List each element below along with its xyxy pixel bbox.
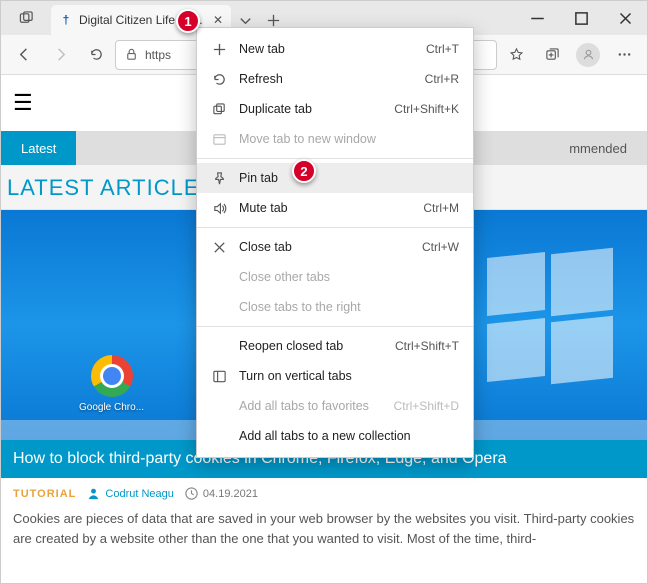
blank-icon [211, 398, 227, 414]
menu-shortcut: Ctrl+R [425, 72, 459, 86]
menu-label: Mute tab [239, 201, 411, 215]
menu-label: Duplicate tab [239, 102, 382, 116]
menu-shortcut: Ctrl+Shift+D [394, 399, 459, 413]
blank-icon [211, 269, 227, 285]
menu-item-close-other-tabs: Close other tabs [197, 262, 473, 292]
menu-shortcut: Ctrl+W [422, 240, 459, 254]
window-maximize-button[interactable] [559, 1, 603, 35]
url-text: https [145, 48, 171, 62]
nav-item-recommended[interactable]: mmended [549, 141, 647, 156]
menu-label: Add all tabs to a new collection [239, 429, 459, 443]
window-minimize-button[interactable] [515, 1, 559, 35]
blank-icon [211, 428, 227, 444]
menu-shortcut: Ctrl+Shift+K [394, 102, 459, 116]
menu-label: New tab [239, 42, 414, 56]
menu-label: Close tab [239, 240, 410, 254]
menu-label: Move tab to new window [239, 132, 459, 146]
menu-label: Close tabs to the right [239, 300, 459, 314]
menu-item-close-tabs-to-the-right: Close tabs to the right [197, 292, 473, 322]
favorites-button[interactable] [499, 39, 533, 71]
star-plus-icon [509, 47, 524, 62]
menu-item-reopen-closed-tab[interactable]: Reopen closed tab Ctrl+Shift+T [197, 331, 473, 361]
menu-shortcut: Ctrl+Shift+T [395, 339, 459, 353]
menu-label: Add all tabs to favorites [239, 399, 382, 413]
plus-icon [211, 41, 227, 57]
article-meta: TUTORIAL Codrut Neagu 04.19.2021 [1, 478, 647, 507]
arrow-right-icon [53, 47, 68, 62]
menu-label: Turn on vertical tabs [239, 369, 459, 383]
collections-icon [545, 47, 560, 62]
callout-2: 2 [292, 159, 316, 183]
window-icon [211, 131, 227, 147]
article-body: Cookies are pieces of data that are save… [1, 507, 647, 561]
person-icon [86, 486, 101, 501]
close-icon [211, 239, 227, 255]
tab-close-icon[interactable]: ✕ [213, 13, 223, 27]
chrome-icon-label: Google Chro... [79, 402, 144, 413]
forward-button[interactable] [43, 39, 77, 71]
hamburger-menu-button[interactable]: ☰ [13, 90, 33, 116]
profile-avatar-icon [576, 43, 600, 67]
article-author[interactable]: Codrut Neagu [86, 486, 174, 501]
refresh-icon [89, 47, 104, 62]
tab-context-menu: New tab Ctrl+T Refresh Ctrl+R Duplicate tab C… [196, 27, 474, 458]
menu-item-duplicate-tab[interactable]: Duplicate tab Ctrl+Shift+K [197, 94, 473, 124]
menu-label: Refresh [239, 72, 413, 86]
lock-icon [124, 47, 139, 62]
windows-logo-icon [487, 255, 617, 385]
collections-button[interactable] [535, 39, 569, 71]
settings-menu-button[interactable] [607, 39, 641, 71]
menu-item-turn-on-vertical-tabs[interactable]: Turn on vertical tabs [197, 361, 473, 391]
nav-item-latest[interactable]: Latest [1, 131, 76, 165]
chrome-icon [91, 355, 133, 397]
plus-icon [266, 13, 281, 28]
clock-icon [184, 486, 199, 501]
duplicate-icon [211, 101, 227, 117]
chevron-down-icon [238, 13, 253, 28]
menu-item-add-all-tabs-to-a-new-collection[interactable]: Add all tabs to a new collection [197, 421, 473, 451]
menu-shortcut: Ctrl+T [426, 42, 459, 56]
menu-shortcut: Ctrl+M [423, 201, 459, 215]
article-tag[interactable]: TUTORIAL [13, 488, 76, 500]
pin-icon [211, 170, 227, 186]
menu-item-new-tab[interactable]: New tab Ctrl+T [197, 34, 473, 64]
tab-overview-button[interactable] [1, 1, 51, 35]
arrow-left-icon [17, 47, 32, 62]
profile-button[interactable] [571, 39, 605, 71]
menu-label: Close other tabs [239, 270, 459, 284]
refresh-icon [211, 71, 227, 87]
callout-1: 1 [176, 9, 200, 33]
ellipsis-icon [617, 47, 632, 62]
blank-icon [211, 299, 227, 315]
menu-item-refresh[interactable]: Refresh Ctrl+R [197, 64, 473, 94]
menu-item-close-tab[interactable]: Close tab Ctrl+W [197, 232, 473, 262]
menu-item-add-all-tabs-to-favorites: Add all tabs to favorites Ctrl+Shift+D [197, 391, 473, 421]
refresh-button[interactable] [79, 39, 113, 71]
tab-favicon-icon: † [59, 13, 73, 27]
article-date: 04.19.2021 [184, 486, 258, 501]
mute-icon [211, 200, 227, 216]
vertical-icon [211, 368, 227, 384]
back-button[interactable] [7, 39, 41, 71]
menu-label: Pin tab [239, 171, 459, 185]
menu-label: Reopen closed tab [239, 339, 383, 353]
blank-icon [211, 338, 227, 354]
menu-item-mute-tab[interactable]: Mute tab Ctrl+M [197, 193, 473, 223]
window-close-button[interactable] [603, 1, 647, 35]
menu-item-pin-tab[interactable]: Pin tab [197, 163, 473, 193]
menu-item-move-tab-to-new-window: Move tab to new window [197, 124, 473, 154]
tab-overview-icon [19, 11, 34, 26]
